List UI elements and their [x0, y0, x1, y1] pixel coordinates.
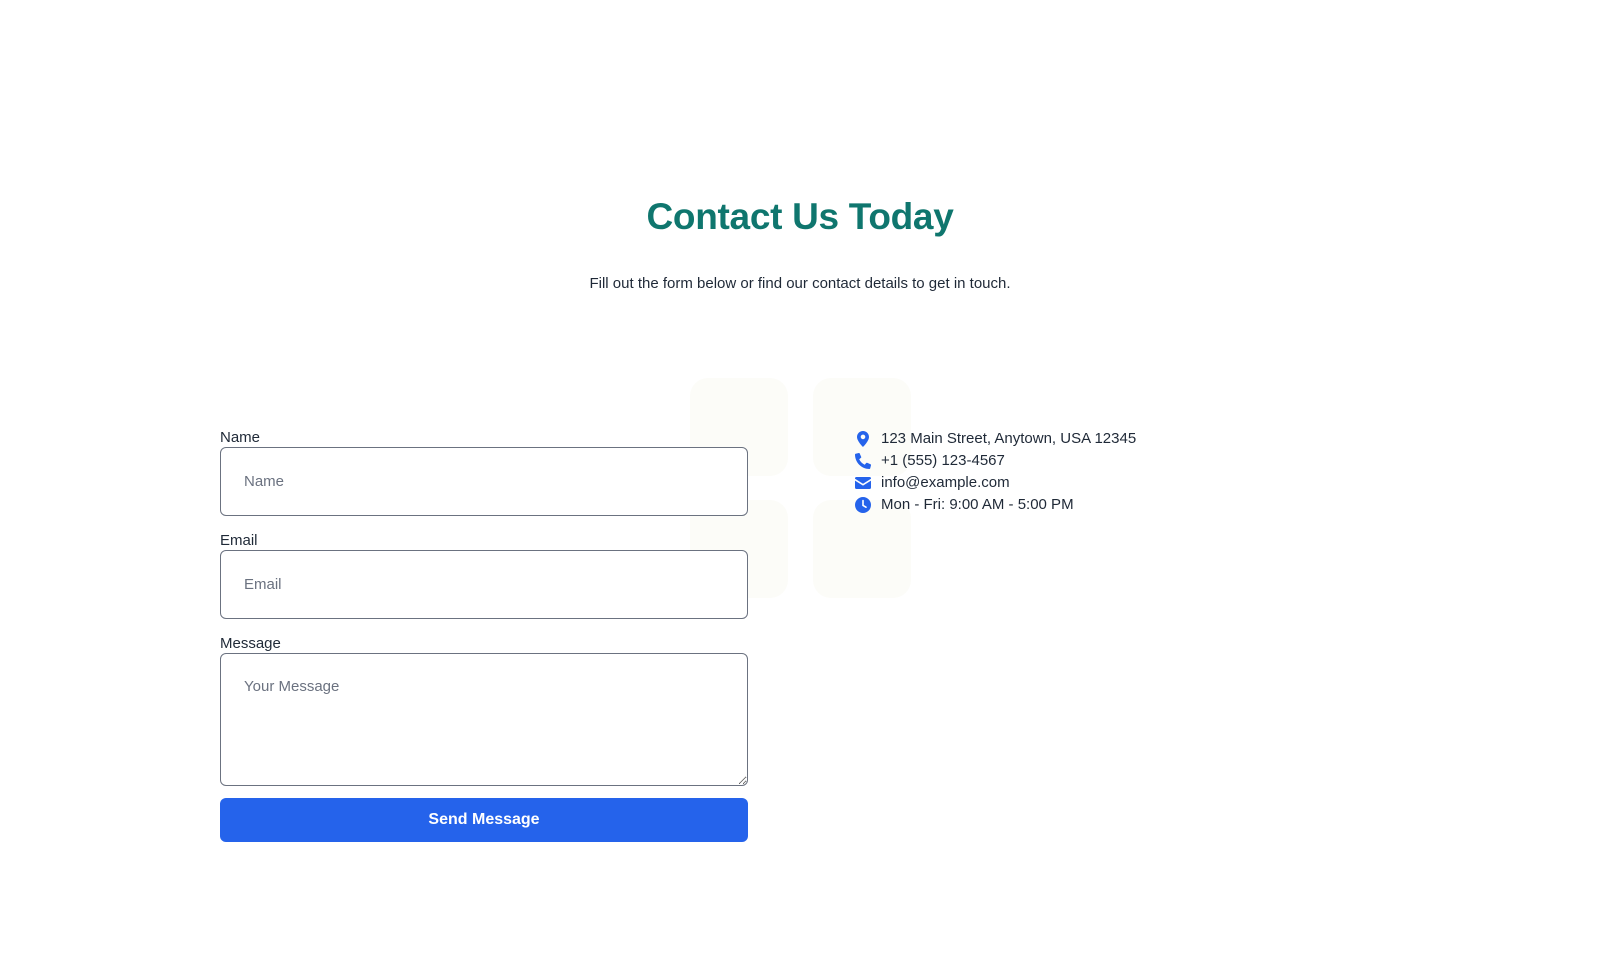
message-label: Message: [220, 635, 281, 652]
contact-email: info@example.com: [855, 472, 1136, 493]
contact-phone-text: +1 (555) 123-4567: [881, 452, 1005, 469]
contact-hours-text: Mon - Fri: 9:00 AM - 5:00 PM: [881, 496, 1074, 513]
contact-email-text: info@example.com: [881, 474, 1010, 491]
email-input[interactable]: [220, 550, 748, 619]
message-textarea[interactable]: [220, 653, 748, 786]
name-label: Name: [220, 429, 261, 446]
clock-icon: [855, 496, 871, 513]
page-title: Contact Us Today: [646, 196, 954, 237]
envelope-icon: [855, 475, 871, 491]
phone-icon: [855, 452, 871, 469]
send-message-button[interactable]: Send Message: [220, 798, 748, 842]
contact-info-list: 123 Main Street, Anytown, USA 12345 +1 (…: [855, 428, 1136, 516]
contact-address-text: 123 Main Street, Anytown, USA 12345: [881, 430, 1137, 447]
contact-page: Contact Us Today Fill out the form below…: [0, 0, 1600, 978]
contact-form: Name Email Message Send Message: [220, 428, 748, 842]
contact-phone: +1 (555) 123-4567: [855, 450, 1136, 471]
map-pin-icon: [855, 430, 871, 447]
contact-hours: Mon - Fri: 9:00 AM - 5:00 PM: [855, 494, 1136, 515]
email-label: Email: [220, 532, 258, 549]
contact-address: 123 Main Street, Anytown, USA 12345: [855, 428, 1136, 449]
page-subtitle: Fill out the form below or find our cont…: [589, 275, 1011, 292]
name-input[interactable]: [220, 447, 748, 516]
